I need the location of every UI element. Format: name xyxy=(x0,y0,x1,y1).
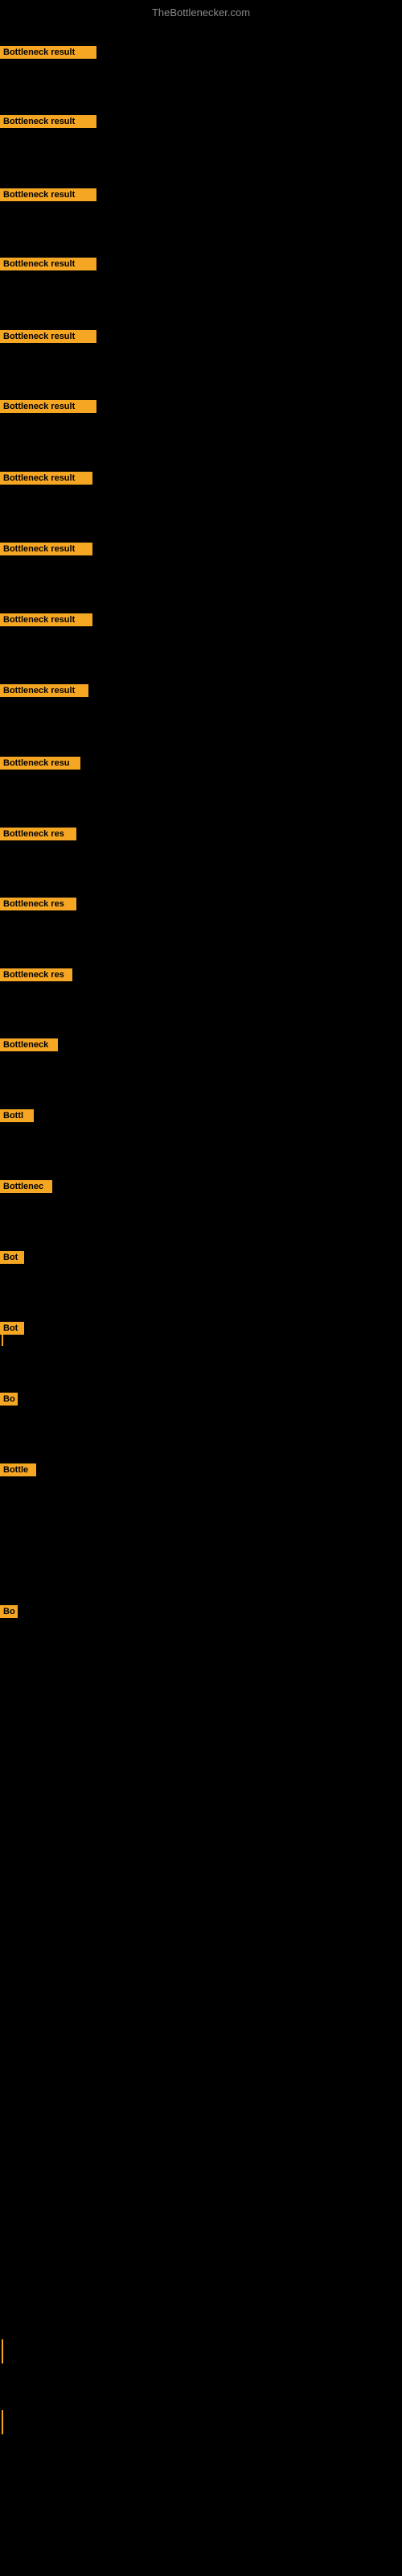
bottleneck-badge-11: Bottleneck res xyxy=(0,828,76,840)
bottleneck-badge-20: Bottle xyxy=(0,1463,36,1476)
bottleneck-badge-0: Bottleneck result xyxy=(0,46,96,59)
bottleneck-badge-2: Bottleneck result xyxy=(0,188,96,201)
bottleneck-badge-16: Bottlenec xyxy=(0,1180,52,1193)
bottleneck-badge-5: Bottleneck result xyxy=(0,400,96,413)
bottleneck-badge-17: Bot xyxy=(0,1251,24,1264)
bottleneck-badge-14: Bottleneck xyxy=(0,1038,58,1051)
vertical-line-2 xyxy=(2,2410,3,2434)
bottleneck-badge-7: Bottleneck result xyxy=(0,543,92,555)
bottleneck-badge-19: Bo xyxy=(0,1393,18,1406)
bottleneck-badge-3: Bottleneck result xyxy=(0,258,96,270)
bottleneck-badge-8: Bottleneck result xyxy=(0,613,92,626)
site-title: TheBottlenecker.com xyxy=(0,6,402,19)
bottleneck-badge-13: Bottleneck res xyxy=(0,968,72,981)
vertical-line-0 xyxy=(2,1322,3,1346)
bottleneck-badge-18: Bot xyxy=(0,1322,24,1335)
bottleneck-badge-21: Bo xyxy=(0,1605,18,1618)
bottleneck-badge-10: Bottleneck resu xyxy=(0,757,80,770)
bottleneck-badge-6: Bottleneck result xyxy=(0,472,92,485)
bottleneck-badge-9: Bottleneck result xyxy=(0,684,88,697)
bottleneck-badge-4: Bottleneck result xyxy=(0,330,96,343)
bottleneck-badge-1: Bottleneck result xyxy=(0,115,96,128)
vertical-line-1 xyxy=(2,2339,3,2363)
bottleneck-badge-15: Bottl xyxy=(0,1109,34,1122)
bottleneck-badge-12: Bottleneck res xyxy=(0,898,76,910)
